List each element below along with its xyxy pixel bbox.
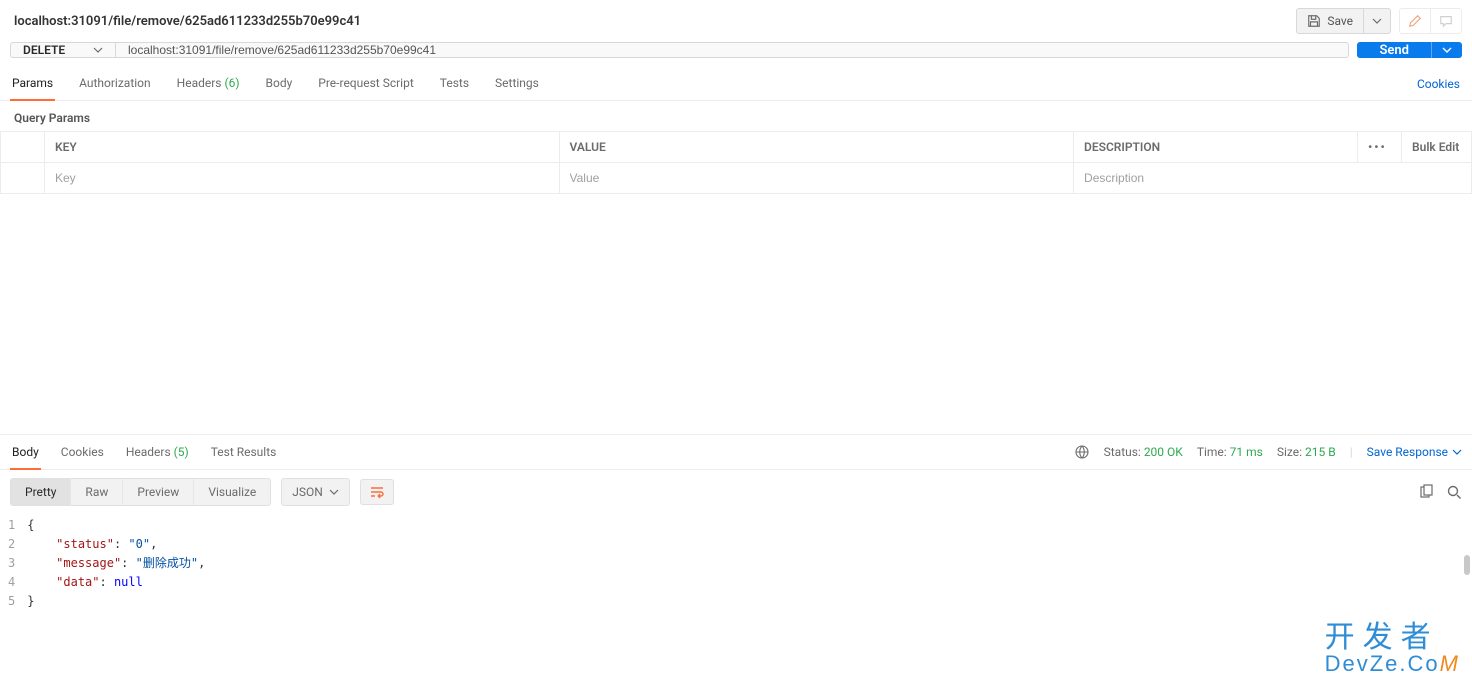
tab-params[interactable]: Params <box>10 68 55 100</box>
save-button[interactable]: Save <box>1297 9 1363 33</box>
chevron-down-icon <box>1372 16 1382 26</box>
code-gutter: 1 2 3 4 5 <box>8 516 27 611</box>
search-icon <box>1446 484 1462 500</box>
send-group: Send <box>1357 42 1462 58</box>
col-description: DESCRIPTION <box>1074 132 1358 163</box>
pencil-icon <box>1408 14 1422 28</box>
http-method-select[interactable]: DELETE <box>11 43 116 57</box>
chevron-down-icon <box>1452 447 1462 457</box>
bulk-edit-link[interactable]: Bulk Edit <box>1402 132 1472 163</box>
col-value: VALUE <box>559 132 1074 163</box>
tab-headers-label: Headers <box>177 76 222 90</box>
save-icon <box>1307 14 1321 28</box>
comment-button[interactable] <box>1430 9 1461 33</box>
res-tab-body[interactable]: Body <box>10 435 41 469</box>
chevron-down-icon <box>1442 45 1452 55</box>
res-headers-count: (5) <box>174 445 189 459</box>
tab-prerequest[interactable]: Pre-request Script <box>316 68 415 100</box>
chevron-down-icon <box>93 45 103 55</box>
row-checkbox-cell[interactable] <box>1 163 45 194</box>
size-block: Size: 215 B <box>1277 445 1336 459</box>
format-select[interactable]: JSON <box>281 478 350 506</box>
body-view-controls: Pretty Raw Preview Visualize JSON <box>10 478 394 506</box>
res-tab-cookies[interactable]: Cookies <box>59 435 106 469</box>
wrap-icon <box>369 484 385 500</box>
status-block: Status: 200 OK <box>1104 445 1183 459</box>
method-url-group: DELETE <box>10 42 1349 58</box>
header-actions: Save <box>1296 8 1462 34</box>
save-response-link[interactable]: Save Response <box>1367 445 1462 459</box>
extra-actions <box>1399 8 1462 34</box>
tab-headers-count: (6) <box>224 76 239 90</box>
response-body-code[interactable]: 1 2 3 4 5 { "status": "0", "message": "删… <box>0 514 1472 611</box>
scrollbar[interactable] <box>1464 555 1470 575</box>
query-params-label: Query Params <box>0 101 1472 131</box>
tab-authorization[interactable]: Authorization <box>77 68 153 100</box>
time-block: Time: 71 ms <box>1197 445 1263 459</box>
view-preview[interactable]: Preview <box>122 479 193 505</box>
col-key: KEY <box>45 132 560 163</box>
description-input[interactable] <box>1084 171 1461 185</box>
url-input[interactable] <box>116 43 1348 57</box>
res-tab-testresults[interactable]: Test Results <box>209 435 279 469</box>
method-label: DELETE <box>23 43 65 57</box>
search-button[interactable] <box>1446 484 1462 500</box>
cookies-link[interactable]: Cookies <box>1417 77 1462 91</box>
response-tabs: Body Cookies Headers (5) Test Results <box>10 435 278 469</box>
view-raw[interactable]: Raw <box>70 479 122 505</box>
col-checkbox <box>1 132 45 163</box>
view-mode-segment: Pretty Raw Preview Visualize <box>10 478 271 506</box>
watermark: 开发者 DevZe.CoM <box>1325 623 1460 675</box>
save-button-group: Save <box>1296 8 1391 34</box>
edit-button[interactable] <box>1400 9 1430 33</box>
chevron-down-icon <box>329 487 339 497</box>
body-right-icons <box>1418 484 1462 500</box>
copy-button[interactable] <box>1418 484 1434 500</box>
send-button[interactable]: Send <box>1357 42 1431 58</box>
tab-settings[interactable]: Settings <box>493 68 541 100</box>
tab-headers[interactable]: Headers (6) <box>175 68 242 100</box>
key-input[interactable] <box>55 171 549 185</box>
wrap-lines-button[interactable] <box>360 479 394 505</box>
res-headers-label: Headers <box>126 445 171 459</box>
globe-icon[interactable] <box>1074 444 1090 460</box>
table-row <box>1 163 1472 194</box>
view-pretty[interactable]: Pretty <box>11 479 70 505</box>
size-value: 215 B <box>1305 445 1336 459</box>
code-content: { "status": "0", "message": "删除成功", "dat… <box>27 516 205 611</box>
params-table: KEY VALUE DESCRIPTION ••• Bulk Edit <box>0 131 1472 194</box>
col-more[interactable]: ••• <box>1358 132 1402 163</box>
send-dropdown[interactable] <box>1431 42 1462 58</box>
save-label: Save <box>1327 14 1353 28</box>
status-value: 200 OK <box>1144 445 1183 459</box>
save-dropdown[interactable] <box>1363 9 1390 33</box>
tab-body[interactable]: Body <box>264 68 295 100</box>
value-input[interactable] <box>570 171 1064 185</box>
time-value: 71 ms <box>1230 445 1263 459</box>
tab-tests[interactable]: Tests <box>438 68 471 100</box>
format-label: JSON <box>292 485 323 499</box>
request-tabs: Params Authorization Headers (6) Body Pr… <box>10 68 541 100</box>
comment-icon <box>1439 14 1453 28</box>
res-tab-headers[interactable]: Headers (5) <box>124 435 191 469</box>
view-visualize[interactable]: Visualize <box>193 479 270 505</box>
copy-icon <box>1418 484 1434 500</box>
request-title: localhost:31091/file/remove/625ad611233d… <box>10 14 361 29</box>
response-meta: Status: 200 OK Time: 71 ms Size: 215 B |… <box>1074 444 1462 460</box>
